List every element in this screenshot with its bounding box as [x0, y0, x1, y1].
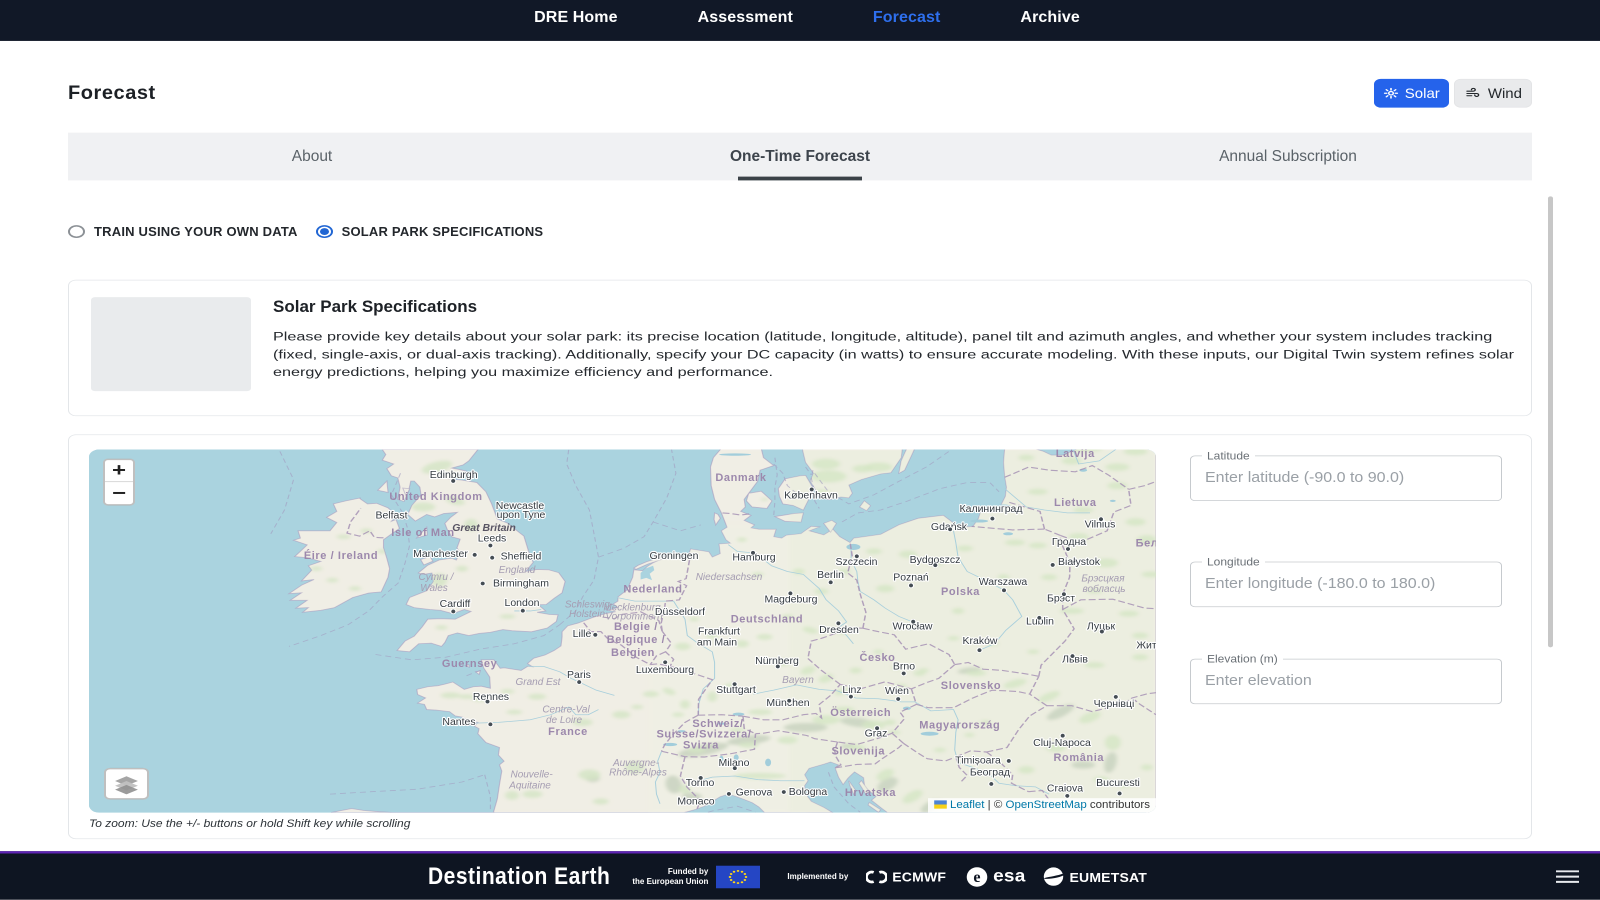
svg-text:Svizra: Svizra: [683, 740, 719, 752]
svg-text:Timișoara: Timișoara: [955, 756, 1001, 767]
svg-text:Lille: Lille: [573, 629, 592, 640]
svg-text:Nantes: Nantes: [442, 717, 475, 728]
svg-text:Éire / Ireland: Éire / Ireland: [304, 549, 378, 562]
svg-text:am Main: am Main: [697, 637, 737, 648]
svg-text:Paris: Paris: [567, 670, 591, 681]
svg-text:Magdeburg: Magdeburg: [764, 595, 817, 606]
svg-text:Poznań: Poznań: [893, 573, 929, 584]
svg-text:København: København: [784, 491, 838, 502]
svg-text:Slovenija: Slovenija: [831, 746, 885, 758]
svg-text:Düsseldorf: Düsseldorf: [655, 607, 705, 618]
svg-text:upon Tyne: upon Tyne: [497, 510, 546, 521]
svg-text:Nouvelle-: Nouvelle-: [511, 770, 554, 781]
svg-text:Bologna: Bologna: [789, 787, 828, 798]
svg-text:Birmingham: Birmingham: [493, 579, 549, 590]
svg-text:Niedersachsen: Niedersachsen: [696, 572, 763, 583]
svg-text:Cardiff: Cardiff: [440, 599, 471, 610]
svg-text:France: France: [548, 726, 588, 738]
svg-text:Österreich: Österreich: [830, 706, 891, 719]
svg-text:Great Britain: Great Britain: [452, 523, 516, 534]
svg-text:Suisse/Svizzera/: Suisse/Svizzera/: [656, 728, 751, 740]
svg-text:Bayern: Bayern: [782, 675, 814, 686]
svg-text:Београд: Београд: [970, 768, 1010, 779]
svg-text:Sheffield: Sheffield: [501, 552, 542, 563]
svg-text:Kraków: Kraków: [963, 636, 998, 647]
svg-text:e: e: [974, 869, 981, 886]
svg-text:Genova: Genova: [736, 788, 773, 799]
svg-text:England: England: [499, 565, 536, 576]
svg-text:Česko: Česko: [860, 651, 896, 664]
svg-text:Slovensko: Slovensko: [941, 680, 1001, 692]
svg-text:Aquitaine: Aquitaine: [508, 780, 551, 791]
svg-text:Magyarország: Magyarország: [919, 720, 1000, 732]
svg-text:Craiova: Craiova: [1047, 784, 1083, 795]
svg-text:Groningen: Groningen: [650, 551, 699, 562]
svg-text:Belgique /: Belgique /: [607, 634, 666, 646]
svg-text:Lietuva: Lietuva: [1054, 497, 1097, 509]
svg-text:Belfast: Belfast: [375, 510, 407, 521]
svg-text:Гродна: Гродна: [1052, 537, 1086, 548]
svg-text:Rennes: Rennes: [473, 692, 509, 703]
svg-text:Białystok: Białystok: [1058, 557, 1101, 568]
svg-text:România: România: [1053, 752, 1104, 764]
svg-text:Deutschland: Deutschland: [731, 614, 804, 626]
svg-text:вобласць: вобласць: [1082, 584, 1125, 595]
svg-text:Чернівці: Чернівці: [1094, 699, 1135, 710]
svg-text:Житом: Житом: [1136, 641, 1156, 652]
svg-text:Dresden: Dresden: [819, 625, 859, 636]
svg-text:Guernsey: Guernsey: [442, 658, 497, 670]
svg-text:Belgien: Belgien: [611, 647, 655, 659]
svg-text:Belgie /: Belgie /: [614, 621, 658, 633]
svg-text:Калининград: Калининград: [960, 504, 1023, 515]
svg-text:Warszawa: Warszawa: [979, 577, 1028, 588]
svg-text:Luxembourg: Luxembourg: [636, 665, 694, 676]
svg-text:Polska: Polska: [941, 586, 980, 598]
svg-text:Holstein: Holstein: [569, 609, 606, 620]
svg-text:Monaco: Monaco: [677, 797, 715, 808]
svg-text:United Kingdom: United Kingdom: [389, 491, 482, 503]
svg-text:London: London: [505, 598, 540, 609]
svg-text:Frankfurt: Frankfurt: [698, 627, 740, 638]
svg-text:Grand Est: Grand Est: [516, 677, 562, 688]
svg-text:Bucuresti: Bucuresti: [1096, 778, 1140, 789]
svg-text:Wien: Wien: [885, 686, 909, 697]
svg-text:Wales: Wales: [420, 583, 448, 594]
svg-text:Rhône-Alpes: Rhône-Alpes: [609, 768, 667, 779]
svg-text:Latvija: Latvija: [1056, 449, 1095, 460]
svg-text:Nederland: Nederland: [623, 584, 682, 596]
svg-text:Hrvatska: Hrvatska: [845, 787, 897, 799]
svg-text:Manchester: Manchester: [413, 549, 468, 560]
svg-text:Isle of Man: Isle of Man: [391, 527, 454, 539]
svg-text:de Loire: de Loire: [546, 715, 583, 726]
svg-text:Cymru /: Cymru /: [419, 572, 455, 583]
svg-text:Danmark: Danmark: [715, 472, 767, 484]
svg-text:Бел: Бел: [1136, 538, 1156, 550]
svg-text:Berlin: Berlin: [817, 570, 844, 581]
svg-text:Cluj-Napoca: Cluj-Napoca: [1033, 738, 1091, 749]
